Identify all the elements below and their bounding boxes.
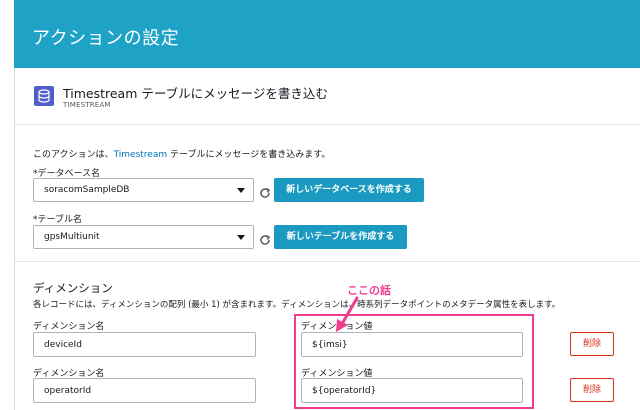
table-name-label: *テーブル名 bbox=[33, 215, 82, 225]
action-heading: Timestream テーブルにメッセージを書き込む TIMESTREAM bbox=[15, 68, 640, 125]
dimension-name-value: operatorId bbox=[44, 386, 92, 396]
dimension-name-label: ディメンション名 bbox=[33, 322, 105, 332]
dimension-name-input[interactable]: operatorId bbox=[33, 378, 256, 403]
database-select-value: soracomSampleDB bbox=[44, 185, 130, 195]
dimensions-description: 各レコードには、ディメンションの配列 (最小 1) が含まれます。ディメンション… bbox=[33, 300, 561, 310]
table-select-value: gpsMultiunit bbox=[44, 232, 100, 242]
action-description: このアクションは、Timestream テーブルにメッセージを書き込みます。 bbox=[33, 147, 330, 160]
database-select[interactable]: soracomSampleDB bbox=[33, 178, 254, 202]
page-title: アクションの設定 bbox=[32, 28, 180, 49]
page-header: アクションの設定 bbox=[14, 0, 640, 68]
annotation-highlight-box bbox=[294, 314, 534, 409]
description-text-post: テーブルにメッセージを書き込みます。 bbox=[167, 150, 331, 160]
table-select[interactable]: gpsMultiunit bbox=[33, 225, 254, 249]
action-service-name: TIMESTREAM bbox=[63, 101, 111, 109]
arrow-icon bbox=[336, 296, 359, 332]
delete-dimension-button[interactable]: 削除 bbox=[570, 378, 614, 402]
dimension-name-input[interactable]: deviceId bbox=[33, 332, 256, 357]
dimensions-title: ディメンション bbox=[33, 281, 113, 295]
section-divider bbox=[15, 261, 640, 262]
timestream-icon bbox=[34, 86, 54, 106]
refresh-icon[interactable] bbox=[259, 231, 271, 245]
action-panel: Timestream テーブルにメッセージを書き込む TIMESTREAM この… bbox=[14, 68, 640, 410]
dimension-name-value: deviceId bbox=[44, 340, 82, 350]
description-text-pre: このアクションは、 bbox=[33, 150, 114, 160]
action-title: Timestream テーブルにメッセージを書き込む bbox=[63, 86, 328, 101]
create-table-button[interactable]: 新しいテーブルを作成する bbox=[274, 225, 407, 249]
caret-down-icon bbox=[237, 188, 245, 193]
timestream-link[interactable]: Timestream bbox=[114, 150, 168, 160]
create-database-button[interactable]: 新しいデータベースを作成する bbox=[274, 178, 424, 202]
caret-down-icon bbox=[237, 235, 245, 240]
refresh-icon[interactable] bbox=[259, 184, 271, 198]
delete-dimension-button[interactable]: 削除 bbox=[570, 332, 614, 356]
